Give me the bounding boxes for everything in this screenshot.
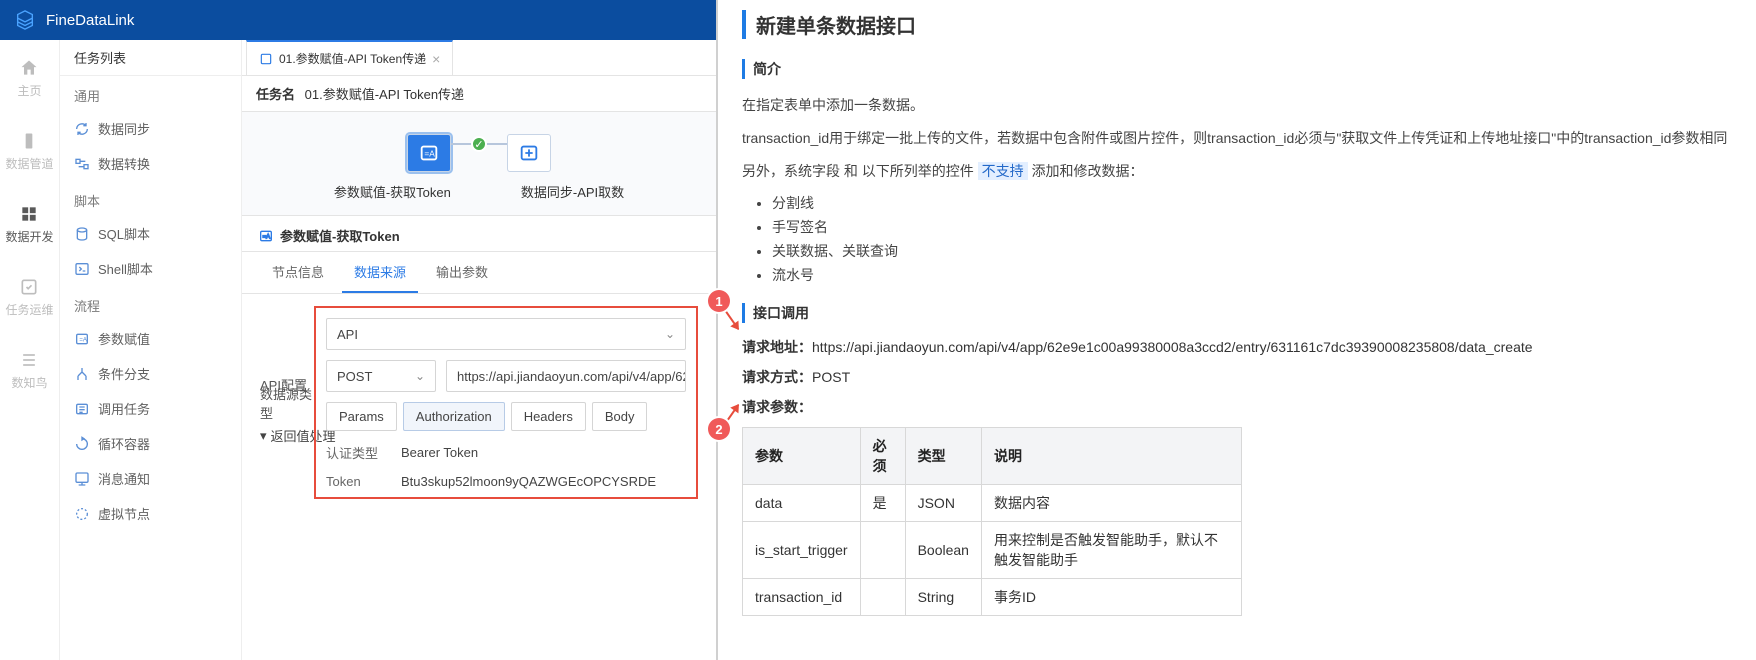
highlight-unsupported: 不支持 (978, 162, 1028, 180)
task-list-title: 任务列表 (60, 40, 241, 76)
marker-2: 2 (708, 418, 730, 440)
api-url-input[interactable]: https://api.jiandaoyun.com/api/v4/app/62… (446, 360, 686, 392)
list-item: 关联数据、关联查询 (772, 241, 1732, 261)
chevron-down-icon: ⌄ (415, 369, 425, 383)
doc-p2: transaction_id用于绑定一批上传的文件，若数据中包含附件或图片控件，… (742, 126, 1732, 151)
params-table: 参数 必须 类型 说明 data是JSON数据内容 is_start_trigg… (742, 427, 1242, 616)
req-method: 请求方式：POST (742, 367, 1732, 387)
panel-title-bar: =A 参数赋值-获取Token (242, 216, 716, 252)
marker-1: 1 (708, 290, 730, 312)
auth-type-label: 认证类型 (326, 443, 381, 462)
component-palette: 任务列表 通用 数据同步 数据转换 脚本 SQL脚本 Shell脚本 流程 =A… (60, 40, 242, 660)
req-params-label: 请求参数： (742, 397, 1732, 417)
doc-section-intro: 简介 (742, 59, 1732, 79)
chevron-down-icon: ⌄ (665, 327, 675, 341)
th-param: 参数 (743, 427, 861, 484)
ds-type-select[interactable]: API⌄ (326, 318, 686, 350)
group-flow: 流程 (60, 286, 241, 321)
left-rail: 主页 数据管道 数据开发 任务运维 数知鸟 (0, 40, 60, 660)
side-condition-branch[interactable]: 条件分支 (60, 356, 241, 391)
side-virtual-node[interactable]: 虚拟节点 (60, 496, 241, 531)
tab-body[interactable]: Body (592, 402, 648, 431)
highlighted-config-box: API⌄ POST⌄ https://api.jiandaoyun.com/ap… (314, 306, 698, 499)
rail-ops[interactable]: 任务运维 (5, 277, 53, 318)
rail-datainsight[interactable]: 数知鸟 (11, 350, 47, 391)
rail-dev[interactable]: 数据开发 (5, 204, 53, 245)
task-name-bar: 任务名 01.参数赋值-API Token传递 (242, 76, 716, 112)
brand-logo-icon (14, 9, 36, 31)
th-desc: 说明 (981, 427, 1241, 484)
top-bar: FineDataLink (0, 0, 716, 40)
side-call-task[interactable]: 调用任务 (60, 391, 241, 426)
api-cfg-label: API配置 (260, 375, 350, 394)
check-icon: ✓ (471, 136, 487, 152)
table-row: transaction_idString事务ID (743, 578, 1242, 615)
th-type: 类型 (905, 427, 981, 484)
tab-authorization[interactable]: Authorization (403, 402, 505, 431)
table-row: data是JSON数据内容 (743, 484, 1242, 521)
task-name-value: 01.参数赋值-API Token传递 (305, 87, 464, 102)
form-area: 数据源类型 API⌄ POST⌄ https://api.jiandaoyun.… (242, 294, 716, 418)
doc-panel: 1 2 新建单条数据接口 简介 在指定表单中添加一条数据。 transactio… (718, 0, 1756, 660)
svg-text:=A: =A (424, 150, 435, 159)
list-item: 流水号 (772, 265, 1732, 285)
side-shell-script[interactable]: Shell脚本 (60, 251, 241, 286)
side-sql-script[interactable]: SQL脚本 (60, 216, 241, 251)
doc-p3: 另外，系统字段 和 以下所列举的控件 不支持 添加和修改数据： (742, 159, 1732, 184)
doc-title: 新建单条数据接口 (742, 10, 1732, 39)
doc-unsupported-list: 分割线 手写签名 关联数据、关联查询 流水号 (742, 193, 1732, 285)
svg-text:=A: =A (79, 337, 87, 343)
rail-home[interactable]: 主页 (17, 58, 41, 99)
tab-icon (259, 52, 273, 66)
list-item: 手写签名 (772, 217, 1732, 237)
list-item: 分割线 (772, 193, 1732, 213)
side-notification[interactable]: 消息通知 (60, 461, 241, 496)
side-data-sync[interactable]: 数据同步 (60, 111, 241, 146)
side-loop-container[interactable]: 循环容器 (60, 426, 241, 461)
side-param-assign[interactable]: =A参数赋值 (60, 321, 241, 356)
tab-main[interactable]: 01.参数赋值-API Token传递 × (246, 40, 453, 75)
node1-caption: 参数赋值-获取Token (334, 182, 451, 201)
side-data-transform[interactable]: 数据转换 (60, 146, 241, 181)
doc-section-api: 接口调用 (742, 303, 1732, 323)
close-icon[interactable]: × (432, 51, 440, 67)
brand-title: FineDataLink (46, 12, 134, 29)
flow-connector: ✓ (451, 143, 507, 145)
panel-icon: =A (258, 228, 274, 244)
sync-node-icon (518, 142, 540, 164)
tab-headers[interactable]: Headers (511, 402, 586, 431)
table-row: is_start_triggerBoolean用来控制是否触发智能助手，默认不触… (743, 521, 1242, 578)
auth-type-value: Bearer Token (401, 445, 478, 460)
doc-p1: 在指定表单中添加一条数据。 (742, 93, 1732, 118)
group-script: 脚本 (60, 181, 241, 216)
flow-canvas[interactable]: =A ✓ 参数赋值-获取Token 数据同步-API取数 (242, 112, 716, 216)
token-label: Token (326, 474, 381, 489)
flow-node-sync[interactable] (507, 134, 551, 172)
param-node-icon: =A (418, 142, 440, 164)
token-value: Btu3skup52lmoon9yQAZWGEcOPCYSRDE (401, 474, 656, 489)
svg-text:=A: =A (263, 234, 271, 240)
node2-caption: 数据同步-API取数 (521, 182, 624, 201)
rail-pipeline[interactable]: 数据管道 (5, 131, 53, 172)
flow-node-param[interactable]: =A (407, 134, 451, 172)
th-required: 必须 (860, 427, 905, 484)
tab-bar: 01.参数赋值-API Token传递 × (242, 40, 716, 76)
tab-params[interactable]: Params (326, 402, 397, 431)
req-address: 请求地址：https://api.jiandaoyun.com/api/v4/a… (742, 337, 1732, 357)
group-general: 通用 (60, 76, 241, 111)
